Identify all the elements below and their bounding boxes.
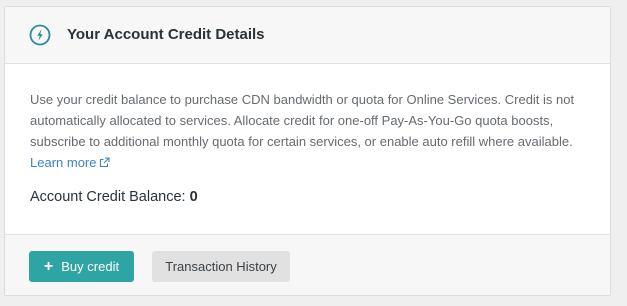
- credit-bolt-icon: [29, 24, 51, 46]
- learn-more-label: Learn more: [30, 155, 97, 170]
- card-header: Your Account Credit Details: [5, 7, 610, 64]
- balance-label: Account Credit Balance:: [30, 189, 186, 205]
- learn-more-link[interactable]: Learn more: [30, 153, 111, 170]
- card-footer: + Buy credit Transaction History: [5, 234, 610, 295]
- credit-description: Use your credit balance to purchase CDN …: [30, 89, 590, 173]
- card-title: Your Account Credit Details: [67, 26, 265, 43]
- card-body: Use your credit balance to purchase CDN …: [5, 64, 610, 234]
- description-text: Use your credit balance to purchase CDN …: [30, 92, 575, 149]
- external-link-icon: [99, 153, 111, 168]
- account-credit-balance: Account Credit Balance: 0: [30, 189, 198, 205]
- transaction-history-button[interactable]: Transaction History: [152, 251, 290, 282]
- buy-credit-label: Buy credit: [61, 259, 120, 274]
- buy-credit-button[interactable]: + Buy credit: [29, 251, 134, 282]
- transaction-history-label: Transaction History: [165, 259, 277, 274]
- plus-icon: +: [43, 257, 54, 275]
- balance-value: 0: [189, 189, 198, 205]
- account-credit-card: Your Account Credit Details Use your cre…: [4, 6, 611, 296]
